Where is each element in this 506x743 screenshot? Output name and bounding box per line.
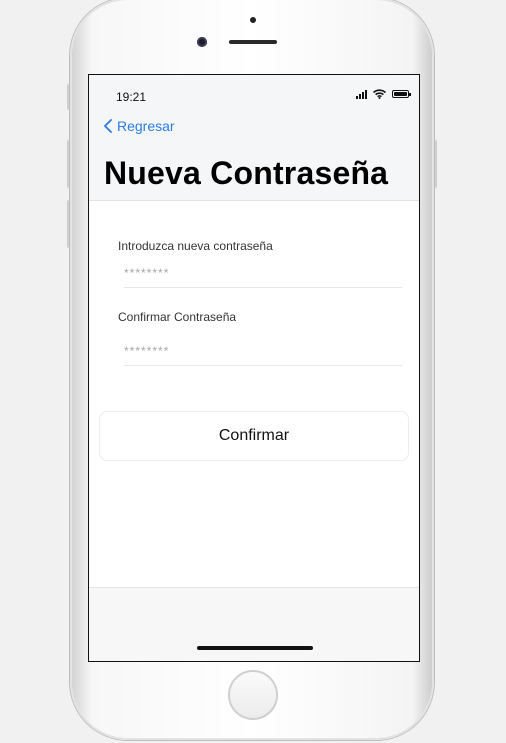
confirm-password-label: Confirmar Contraseña [118, 310, 237, 324]
bottom-bar [89, 587, 419, 661]
signal-icon [356, 89, 367, 99]
front-camera-icon [197, 37, 207, 47]
top-bar: 19:21 Regresar Nueva Contraseña [89, 75, 419, 201]
wifi-icon [373, 89, 386, 99]
proximity-sensor [250, 17, 256, 23]
earpiece-speaker [229, 40, 277, 44]
status-icons [356, 89, 411, 99]
chevron-left-icon [104, 119, 112, 133]
status-time: 19:21 [116, 90, 147, 104]
page-title: Nueva Contraseña [104, 155, 389, 191]
confirm-button[interactable]: Confirmar [99, 411, 409, 461]
home-indicator[interactable] [197, 646, 313, 650]
home-button[interactable] [228, 670, 278, 720]
battery-icon [392, 90, 411, 98]
back-label: Regresar [117, 118, 175, 134]
phone-screen: 19:21 Regresar Nueva Contraseña Introduz… [88, 74, 420, 662]
new-password-input[interactable] [124, 259, 402, 288]
confirm-password-input[interactable] [124, 337, 402, 366]
back-button[interactable]: Regresar [103, 118, 175, 134]
new-password-label: Introduzca nueva contraseña [118, 239, 273, 253]
